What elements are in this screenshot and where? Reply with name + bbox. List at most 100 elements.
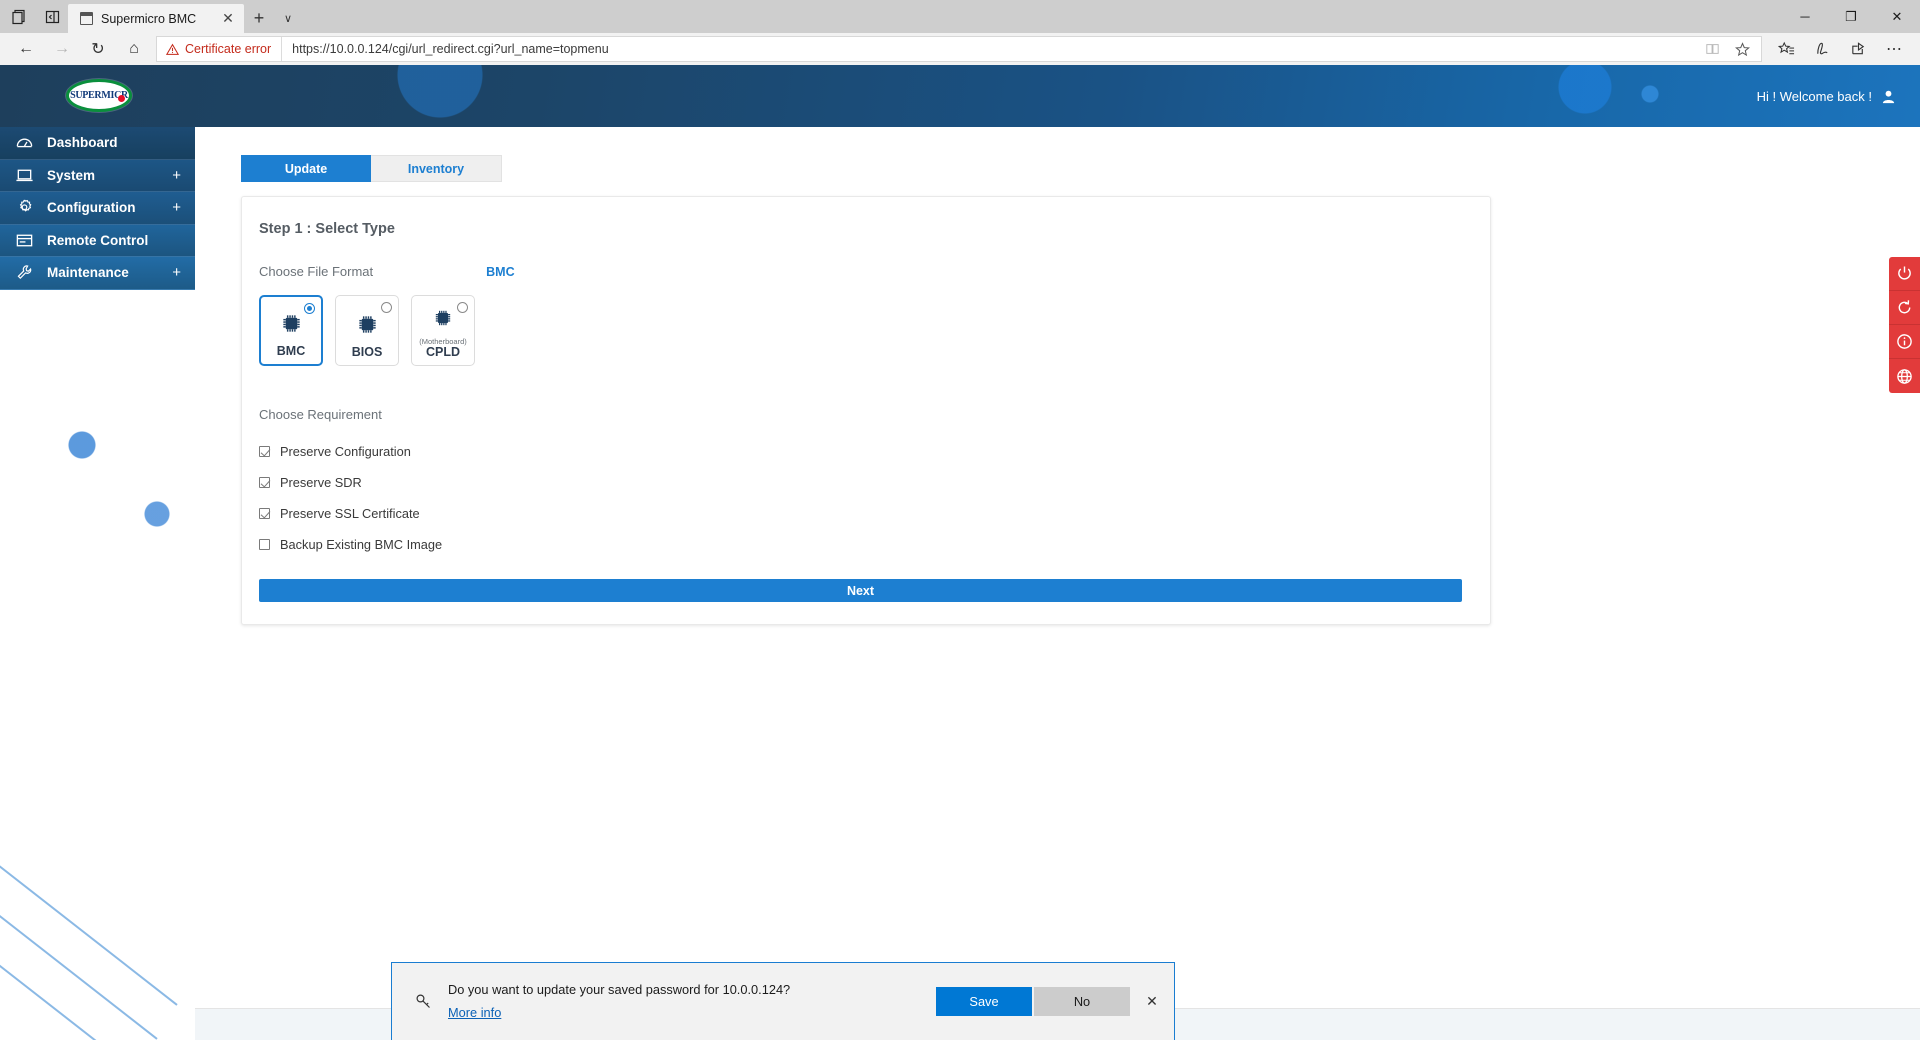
format-card-cpld[interactable]: (Motherboard) CPLD bbox=[411, 295, 475, 366]
content-inner: Update Inventory Step 1 : Select Type Ch… bbox=[195, 127, 1920, 625]
refresh-icon[interactable] bbox=[1889, 291, 1920, 325]
password-prompt-texts: Do you want to update your saved passwor… bbox=[448, 982, 936, 1022]
requirement-label: Preserve SDR bbox=[280, 475, 362, 490]
sidebar-item-configuration[interactable]: Configuration + bbox=[0, 192, 195, 225]
window-controls: ─ ❐ ✕ bbox=[1782, 0, 1920, 33]
monitor-icon bbox=[14, 230, 34, 250]
browser-titlebar: Supermicro BMC ✕ + ∨ ─ ❐ ✕ bbox=[0, 0, 1920, 33]
bmc-page: SUPERMICR Hi ! Welcome back ! Dashboard … bbox=[0, 65, 1920, 1040]
format-card-group: BMC BIOS (Motherboard) CPLD bbox=[259, 295, 1473, 366]
expand-icon[interactable]: + bbox=[172, 265, 181, 280]
chevron-down-icon[interactable]: ∨ bbox=[274, 4, 302, 33]
sidebar-label: System bbox=[47, 167, 96, 183]
minimize-button[interactable]: ─ bbox=[1782, 0, 1828, 33]
requirement-label: Backup Existing BMC Image bbox=[280, 537, 443, 552]
next-button[interactable]: Next bbox=[259, 579, 1462, 602]
decline-password-button[interactable]: No bbox=[1034, 987, 1130, 1016]
sidebar-label: Configuration bbox=[47, 200, 136, 216]
set-tabs-aside-icon[interactable] bbox=[10, 8, 28, 26]
certificate-error-text: Certificate error bbox=[185, 42, 272, 56]
password-prompt-question: Do you want to update your saved passwor… bbox=[448, 981, 791, 997]
checkbox-preserve-ssl-certificate[interactable] bbox=[259, 508, 270, 519]
url-text[interactable]: https://10.0.0.124/cgi/url_redirect.cgi?… bbox=[282, 42, 1697, 56]
selected-file-format-value: BMC bbox=[486, 264, 515, 279]
address-bar[interactable]: Certificate error https://10.0.0.124/cgi… bbox=[156, 36, 1762, 62]
browser-tab[interactable]: Supermicro BMC ✕ bbox=[68, 4, 244, 33]
format-label: BIOS bbox=[351, 345, 383, 360]
requirement-row-backup-existing-bmc-image[interactable]: Backup Existing BMC Image bbox=[259, 537, 1473, 552]
checkbox-backup-existing-bmc-image[interactable] bbox=[259, 539, 270, 550]
notes-icon[interactable] bbox=[1804, 34, 1840, 64]
requirement-label: Preserve Configuration bbox=[280, 444, 411, 459]
requirement-row-preserve-sdr[interactable]: Preserve SDR bbox=[259, 475, 1473, 490]
forward-button[interactable]: → bbox=[44, 34, 80, 64]
sidebar-item-dashboard[interactable]: Dashboard bbox=[0, 127, 195, 160]
welcome-area[interactable]: Hi ! Welcome back ! bbox=[1757, 65, 1896, 127]
close-window-button[interactable]: ✕ bbox=[1874, 0, 1920, 33]
sidebar-label: Dashboard bbox=[47, 135, 118, 151]
tab-title: Supermicro BMC bbox=[101, 11, 197, 26]
chip-icon bbox=[279, 311, 304, 341]
maximize-button[interactable]: ❐ bbox=[1828, 0, 1874, 33]
browser-navbar: ← → ↻ ⌂ Certificate error https://10.0.0… bbox=[0, 33, 1920, 65]
supermicro-logo: SUPERMICR bbox=[66, 79, 132, 112]
settings-more-icon[interactable]: ⋯ bbox=[1876, 34, 1912, 64]
sidebar-label: Remote Control bbox=[47, 232, 149, 248]
requirement-row-preserve-configuration[interactable]: Preserve Configuration bbox=[259, 444, 1473, 459]
star-icon[interactable] bbox=[1727, 36, 1757, 62]
info-icon[interactable] bbox=[1889, 325, 1920, 359]
home-button[interactable]: ⌂ bbox=[116, 34, 152, 64]
globe-icon[interactable] bbox=[1889, 359, 1920, 393]
format-label: BMC bbox=[276, 344, 306, 359]
expand-icon[interactable]: + bbox=[172, 200, 181, 215]
close-icon[interactable]: ✕ bbox=[1130, 963, 1174, 1040]
requirement-row-preserve-ssl-certificate[interactable]: Preserve SSL Certificate bbox=[259, 506, 1473, 521]
power-icon[interactable] bbox=[1889, 257, 1920, 291]
checkbox-preserve-sdr[interactable] bbox=[259, 477, 270, 488]
content-tabs: Update Inventory bbox=[241, 155, 502, 182]
favorites-hub-icon[interactable] bbox=[1768, 34, 1804, 64]
format-card-bios[interactable]: BIOS bbox=[335, 295, 399, 366]
sidebar-item-system[interactable]: System + bbox=[0, 159, 195, 192]
share-icon[interactable] bbox=[1840, 34, 1876, 64]
radio-cpld[interactable] bbox=[457, 302, 468, 313]
titlebar-left-icons bbox=[0, 0, 68, 33]
tab-inventory[interactable]: Inventory bbox=[371, 155, 502, 182]
page-icon bbox=[80, 12, 93, 25]
browser-window: Supermicro BMC ✕ + ∨ ─ ❐ ✕ ← → ↻ ⌂ Certi… bbox=[0, 0, 1920, 1040]
back-button[interactable]: ← bbox=[8, 34, 44, 64]
password-save-prompt: Do you want to update your saved passwor… bbox=[391, 962, 1175, 1040]
main-content: Update Inventory Step 1 : Select Type Ch… bbox=[195, 127, 1920, 1040]
radio-bios[interactable] bbox=[381, 302, 392, 313]
new-tab-button[interactable]: + bbox=[244, 4, 274, 33]
quick-action-strip bbox=[1889, 257, 1920, 393]
checkbox-preserve-configuration[interactable] bbox=[259, 446, 270, 457]
save-password-button[interactable]: Save bbox=[936, 987, 1032, 1016]
warning-triangle-icon bbox=[166, 43, 179, 55]
sidebar: Dashboard System + Configuration + Remot… bbox=[0, 127, 195, 1040]
key-icon bbox=[414, 992, 434, 1012]
reading-view-icon[interactable] bbox=[1697, 36, 1727, 62]
more-info-link[interactable]: More info bbox=[448, 1005, 501, 1020]
radio-bmc[interactable] bbox=[304, 303, 315, 314]
requirement-label: Preserve SSL Certificate bbox=[280, 506, 420, 521]
format-card-bmc[interactable]: BMC bbox=[259, 295, 323, 366]
address-bar-icons bbox=[1697, 36, 1761, 62]
user-avatar-icon[interactable] bbox=[1881, 89, 1896, 104]
format-label: CPLD bbox=[425, 345, 461, 360]
chip-icon bbox=[355, 312, 380, 342]
logo-dot bbox=[118, 95, 125, 102]
tabs-you-set-aside-icon[interactable] bbox=[44, 8, 62, 26]
certificate-error-badge[interactable]: Certificate error bbox=[157, 37, 283, 61]
gear-icon bbox=[14, 198, 34, 218]
tab-close-icon[interactable]: ✕ bbox=[220, 10, 236, 27]
sidebar-menu: Dashboard System + Configuration + Remot… bbox=[0, 127, 195, 290]
tab-update[interactable]: Update bbox=[241, 155, 371, 182]
step-card: Step 1 : Select Type Choose File Format … bbox=[241, 196, 1491, 625]
sidebar-item-remote-control[interactable]: Remote Control bbox=[0, 224, 195, 257]
sidebar-item-maintenance[interactable]: Maintenance + bbox=[0, 257, 195, 290]
laptop-icon bbox=[14, 165, 34, 185]
wrench-icon bbox=[14, 263, 34, 283]
expand-icon[interactable]: + bbox=[172, 168, 181, 183]
reload-button[interactable]: ↻ bbox=[80, 34, 116, 64]
